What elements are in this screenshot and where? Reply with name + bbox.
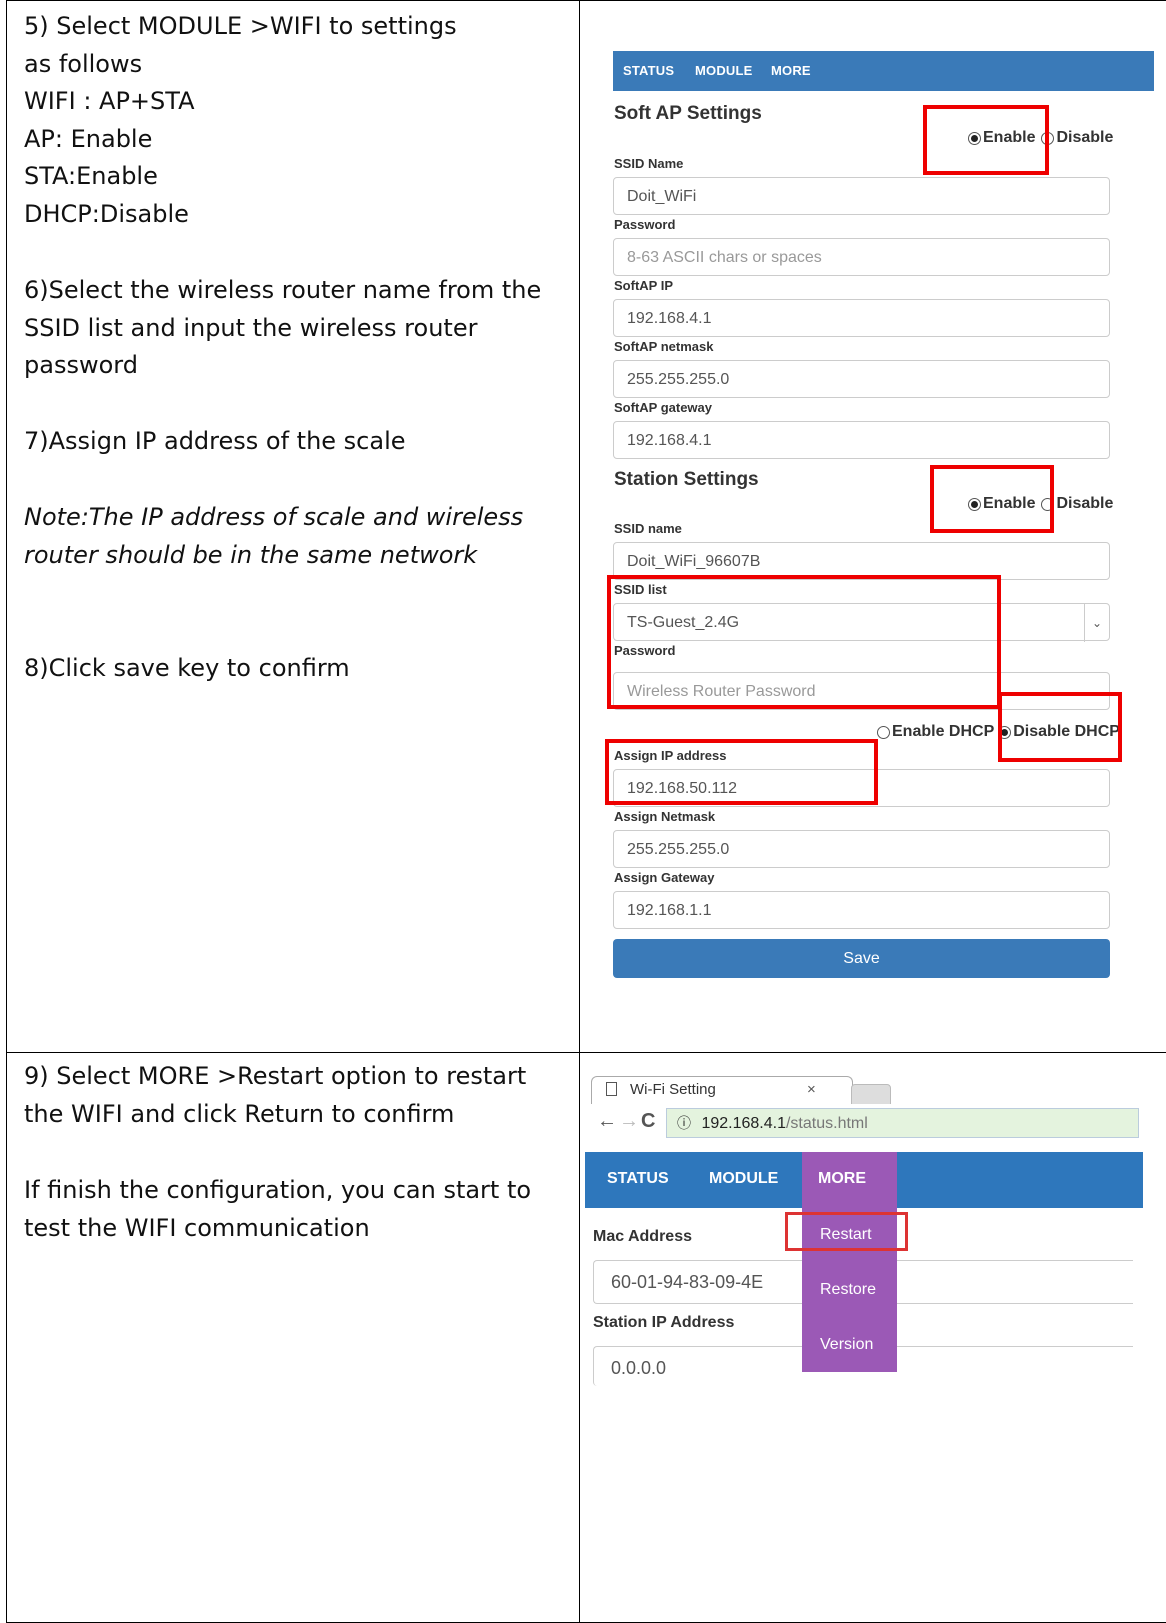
nav-module[interactable]: MODULE [709, 1170, 778, 1188]
softap-disable-label: Disable [1056, 129, 1114, 146]
highlight-disable-dhcp [998, 692, 1122, 762]
instruction-line: SSID list and input the wireless router [24, 313, 478, 342]
ssid-name-input[interactable]: Doit_WiFi [613, 177, 1110, 215]
tab-title: Wi-Fi Setting [630, 1081, 716, 1098]
enable-dhcp-radio[interactable] [877, 725, 890, 739]
nav-more-active[interactable]: MORE [802, 1152, 897, 1208]
station-settings-title: Station Settings [614, 469, 759, 490]
station-ssid-label: SSID name [614, 521, 682, 536]
browser-tab[interactable]: Wi-Fi Setting × [591, 1076, 853, 1105]
highlight-ssid-password [607, 575, 1001, 709]
instruction-line: 7)Assign IP address of the scale [24, 427, 406, 455]
info-icon: ⓘ [677, 1115, 691, 1131]
instruction-line: AP: Enable [24, 124, 153, 153]
instructions-step8: 8)Click save key to confirm [24, 650, 350, 688]
instruction-line: WIFI : AP+STA [24, 87, 195, 115]
assign-netmask-input[interactable]: 255.255.255.0 [613, 830, 1110, 868]
softap-ip-input[interactable]: 192.168.4.1 [613, 299, 1110, 337]
assign-netmask-label: Assign Netmask [614, 809, 716, 824]
soft-ap-title: Soft AP Settings [614, 103, 762, 124]
url-host: 192.168.4.1 [701, 1115, 786, 1132]
reload-icon[interactable]: C [641, 1110, 655, 1133]
module-navbar: STATUS MODULE MORE [613, 51, 1154, 91]
softap-ip-label: SoftAP IP [614, 278, 673, 293]
instructions-step7: 7)Assign IP address of the scale [24, 423, 406, 461]
instructions-note: Note:The IP address of scale and wireles… [24, 499, 523, 574]
instruction-line: If finish the configuration, you can sta… [24, 1176, 532, 1204]
chevron-down-icon[interactable]: ⌄ [1084, 604, 1109, 642]
highlight-assign-ip [605, 739, 878, 805]
nav-status[interactable]: STATUS [607, 1170, 669, 1188]
forward-arrow-icon[interactable]: → [619, 1110, 639, 1133]
instruction-line: 5) Select MODULE >WIFI to settings [24, 12, 457, 40]
table-row-divider [6, 1052, 1166, 1053]
instruction-line: 9) Select MORE >Restart option to restar… [24, 1062, 527, 1090]
softap-netmask-input[interactable]: 255.255.255.0 [613, 360, 1110, 398]
highlight-station-enable [930, 465, 1054, 533]
instruction-line: the WIFI and click Return to confirm [24, 1099, 455, 1128]
page-icon [606, 1082, 617, 1096]
nav-status[interactable]: STATUS [623, 63, 674, 78]
url-bar[interactable]: ⓘ 192.168.4.1/status.html [666, 1108, 1139, 1138]
table-border-left [6, 0, 7, 1623]
browser-restart-screenshot: Wi-Fi Setting × ← → C ⓘ 192.168.4.1/stat… [583, 1066, 1143, 1396]
nav-more[interactable]: MORE [771, 63, 811, 78]
ssid-name-label: SSID Name [614, 156, 684, 171]
assign-gateway-label: Assign Gateway [614, 870, 715, 885]
instructions-step5: 5) Select MODULE >WIFI to settings as fo… [24, 8, 457, 233]
enable-dhcp-label: Enable DHCP [892, 723, 995, 740]
softap-gateway-input[interactable]: 192.168.4.1 [613, 421, 1110, 459]
instruction-line: 8)Click save key to confirm [24, 654, 350, 682]
instructions-step9: 9) Select MORE >Restart option to restar… [24, 1058, 526, 1133]
url-path: /status.html [785, 1115, 868, 1132]
close-icon[interactable]: × [807, 1081, 816, 1098]
highlight-softap-enable [923, 105, 1049, 175]
note-line: Note:The IP address of scale and wireles… [24, 503, 524, 531]
instruction-line: test the WIFI communication [24, 1213, 370, 1242]
table-column-divider [579, 0, 580, 1623]
menu-item-restore[interactable]: Restore [820, 1281, 876, 1299]
back-arrow-icon[interactable]: ← [597, 1110, 617, 1133]
instruction-line: as follows [24, 49, 143, 78]
nav-module[interactable]: MODULE [695, 63, 753, 78]
save-button[interactable]: Save [613, 939, 1110, 978]
instruction-line: password [24, 351, 138, 379]
station-ip-label: Station IP Address [593, 1314, 735, 1331]
highlight-restart [785, 1212, 908, 1251]
mac-address-label: Mac Address [593, 1228, 692, 1245]
new-tab-button[interactable] [851, 1084, 891, 1106]
note-line: router should be in the same network [24, 540, 478, 569]
station-disable-label: Disable [1056, 495, 1114, 512]
address-bar-row: ← → C ⓘ 192.168.4.1/status.html [583, 1104, 1143, 1142]
password-input[interactable]: 8-63 ASCII chars or spaces [613, 238, 1110, 276]
softap-gateway-label: SoftAP gateway [614, 400, 713, 415]
wifi-settings-screenshot: STATUS MODULE MORE Soft AP Settings Enab… [605, 51, 1154, 1011]
instruction-line: STA:Enable [24, 162, 158, 190]
browser-tabstrip: Wi-Fi Setting × [583, 1066, 1143, 1106]
instruction-line: DHCP:Disable [24, 199, 189, 228]
nav-more-label: MORE [818, 1170, 866, 1187]
password-label: Password [614, 217, 676, 232]
menu-item-version[interactable]: Version [820, 1336, 873, 1354]
softap-netmask-label: SoftAP netmask [614, 339, 714, 354]
table-border-top [6, 0, 1166, 1]
instructions-step6: 6)Select the wireless router name from t… [24, 272, 541, 385]
instructions-finish: If finish the configuration, you can sta… [24, 1172, 531, 1247]
instruction-line: 6)Select the wireless router name from t… [24, 276, 542, 304]
assign-gateway-input[interactable]: 192.168.1.1 [613, 891, 1110, 929]
